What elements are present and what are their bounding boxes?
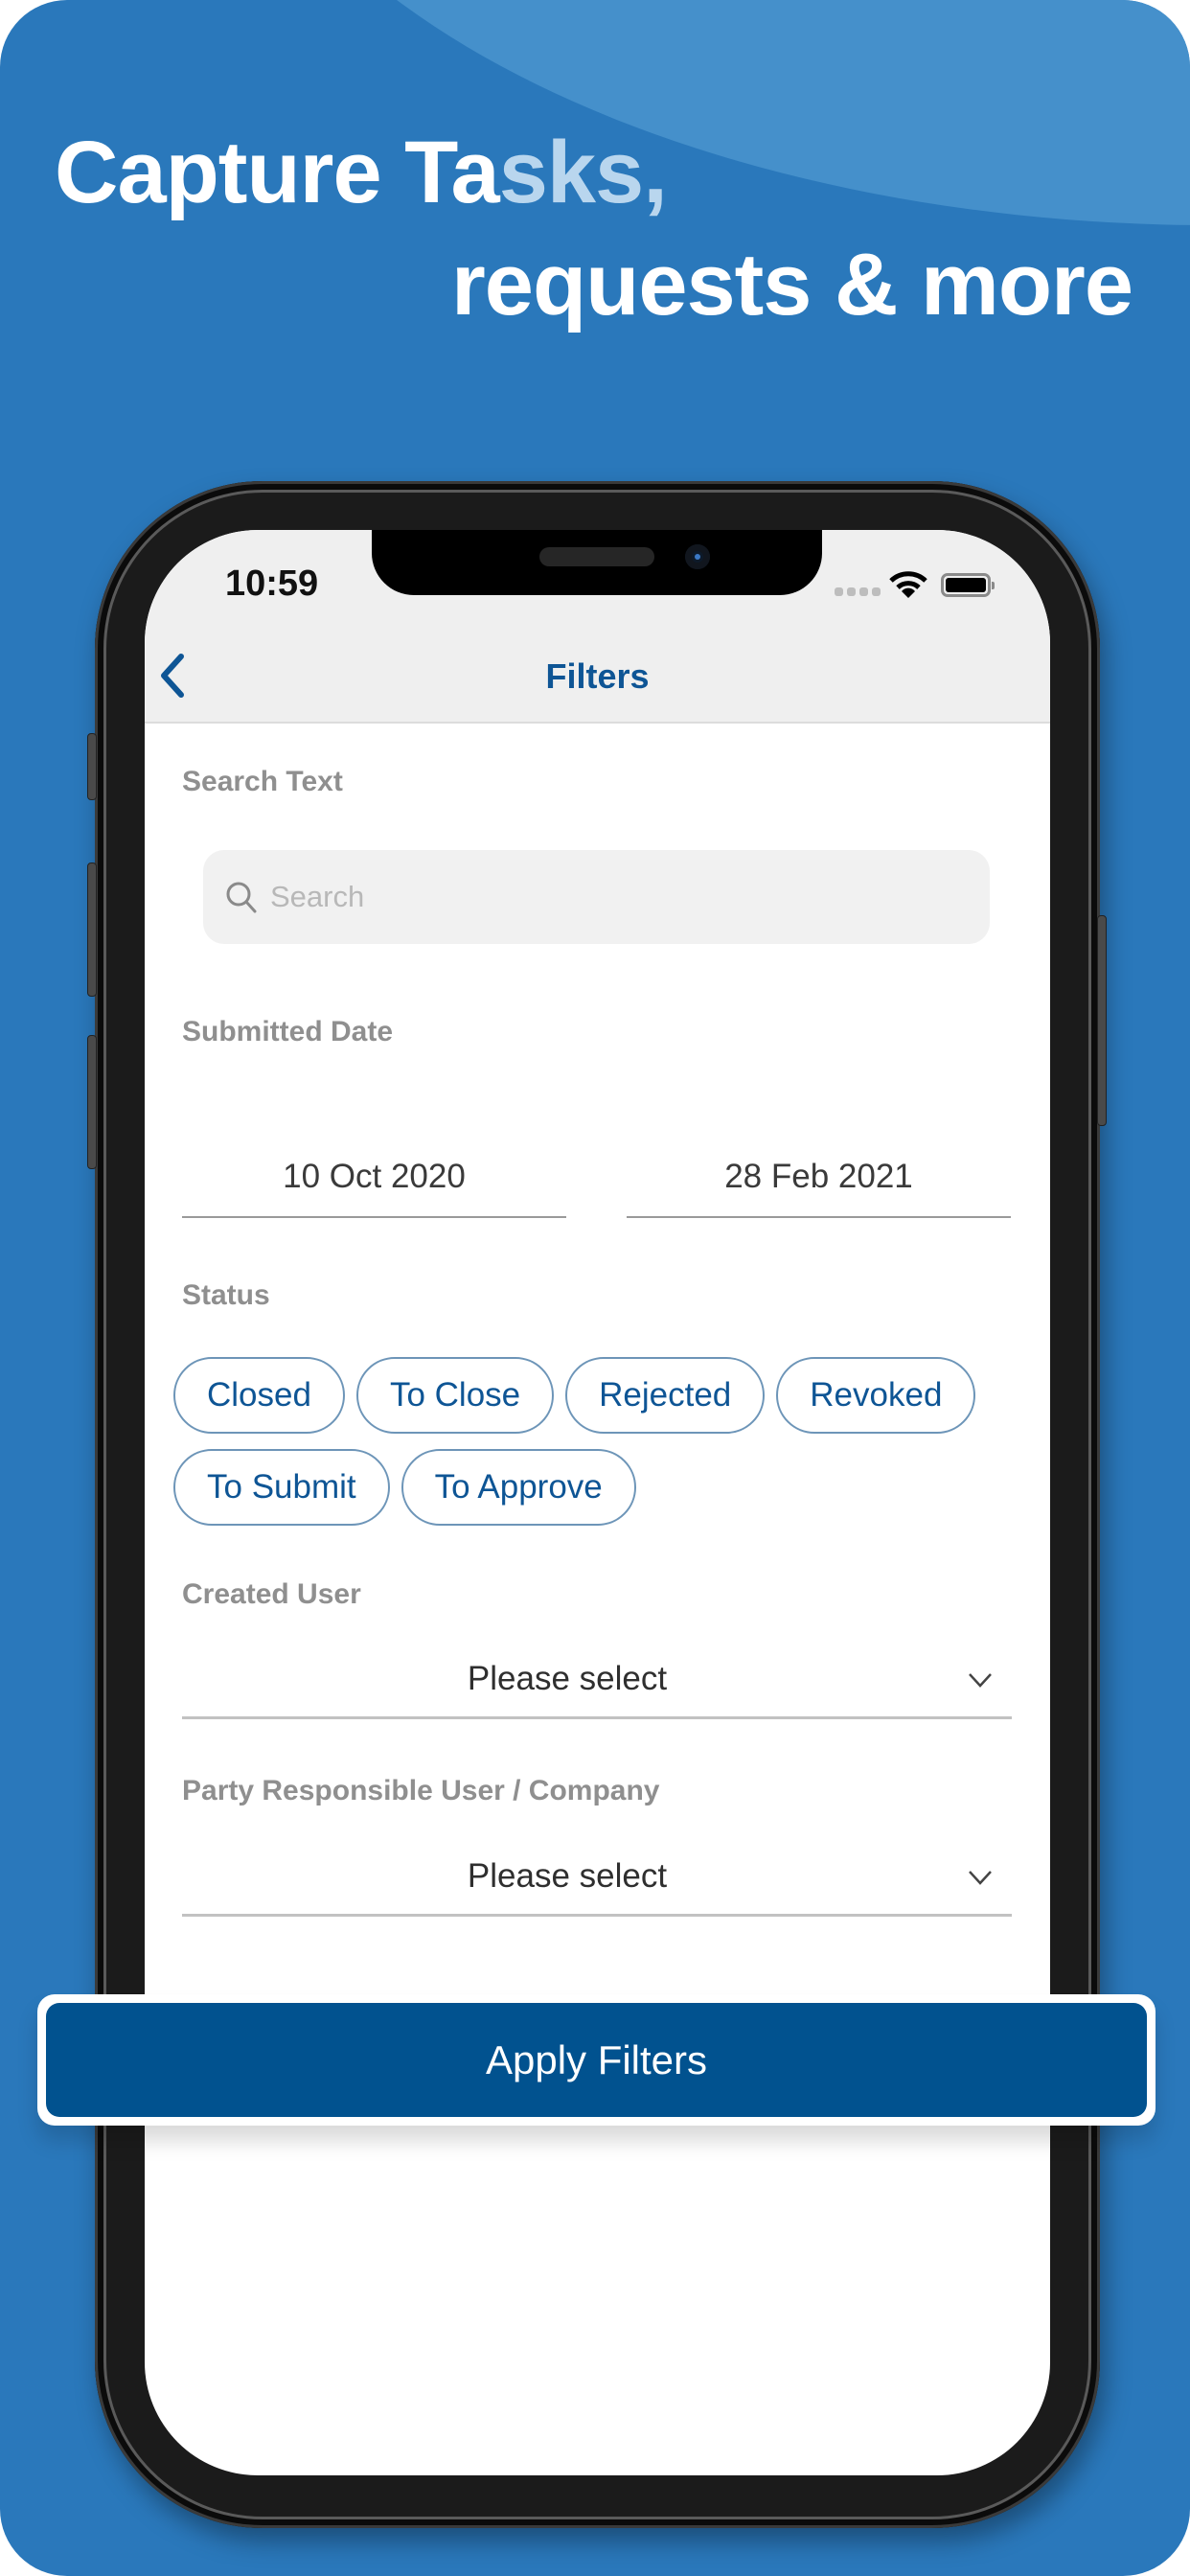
date-to-field[interactable]: 28 Feb 2021 <box>627 1143 1011 1218</box>
notch <box>372 530 822 595</box>
created-user-label: Created User <box>182 1578 361 1610</box>
status-chip-to-close[interactable]: To Close <box>355 1357 555 1434</box>
battery-icon <box>941 573 995 597</box>
volume-up-button <box>87 862 97 997</box>
party-responsible-select[interactable]: Please select <box>182 1844 1012 1917</box>
status-time: 10:59 <box>225 564 319 604</box>
search-text-label: Search Text <box>182 766 343 797</box>
party-responsible-label: Party Responsible User / Company <box>182 1775 660 1806</box>
wifi-icon <box>889 571 927 598</box>
party-responsible-value: Please select <box>467 1857 668 1895</box>
speaker-grille <box>539 547 654 566</box>
headline-text-b: sks, <box>498 124 668 221</box>
status-chip-rejected[interactable]: Rejected <box>565 1357 766 1434</box>
headline-text-a: Capture Ta <box>55 124 500 221</box>
status-chip-closed[interactable]: Closed <box>173 1357 345 1434</box>
submitted-date-label: Submitted Date <box>182 1016 394 1047</box>
created-user-value: Please select <box>467 1660 668 1697</box>
status-chip-to-approve[interactable]: To Approve <box>400 1449 636 1526</box>
status-chip-to-submit[interactable]: To Submit <box>173 1449 390 1526</box>
created-user-select[interactable]: Please select <box>182 1646 1012 1719</box>
power-button <box>1097 915 1107 1126</box>
cellular-signal-icon <box>835 587 881 596</box>
promo-background: Capture Tasks, requests & more 10:59 Fil… <box>0 0 1190 2576</box>
chevron-down-icon <box>969 1673 992 1688</box>
headline-line-1: Capture Tasks, <box>55 123 668 223</box>
apply-button-container: Apply Filters <box>37 1994 1156 2126</box>
chevron-down-icon <box>969 1871 992 1885</box>
apply-filters-button[interactable]: Apply Filters <box>46 2003 1147 2117</box>
headline-line-2: requests & more <box>450 236 1133 334</box>
search-input[interactable] <box>270 880 941 914</box>
page-title: Filters <box>545 656 650 696</box>
date-from-field[interactable]: 10 Oct 2020 <box>182 1143 566 1218</box>
status-chip-group: Closed To Close Rejected Revoked To Subm… <box>173 1357 1017 1526</box>
mute-switch <box>87 733 97 800</box>
status-label: Status <box>182 1279 270 1311</box>
search-icon <box>226 882 257 913</box>
phone-screen: 10:59 Filters Search Text Su <box>145 530 1050 2475</box>
status-chip-revoked[interactable]: Revoked <box>776 1357 976 1434</box>
front-camera <box>685 544 710 569</box>
search-field[interactable] <box>203 850 990 944</box>
volume-down-button <box>87 1035 97 1169</box>
